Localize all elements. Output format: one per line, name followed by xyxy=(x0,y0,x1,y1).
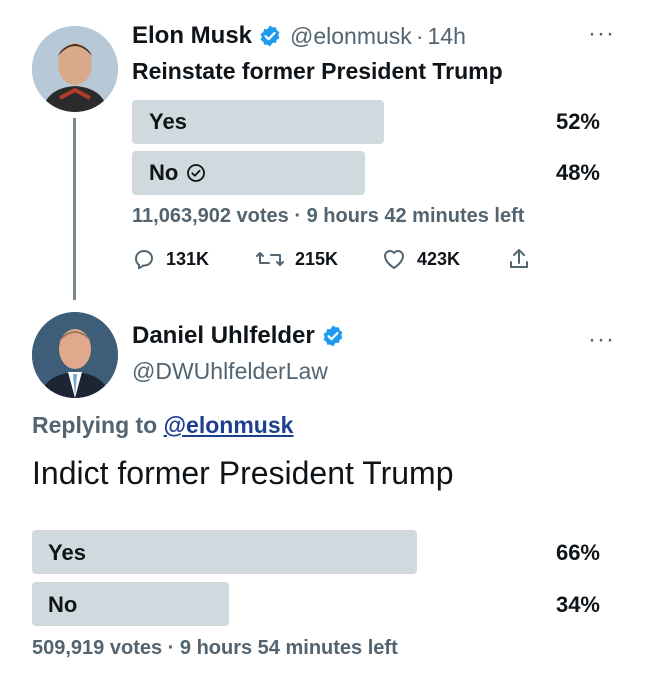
poll-option-yes-percent: 52% xyxy=(555,109,600,134)
poll-option-no-label: No xyxy=(48,592,78,617)
tweet-2-header: Daniel Uhlfelder xyxy=(132,322,345,350)
tweet-time[interactable]: 14h xyxy=(427,23,465,50)
tweet-text: Reinstate former President Trump xyxy=(132,58,503,84)
share-action[interactable] xyxy=(507,247,541,271)
reply-count: 131K xyxy=(166,248,210,269)
tweet-1-header: Elon Musk @elonmusk · 14h xyxy=(132,22,466,50)
share-icon xyxy=(510,249,528,268)
poll-option-no-percent: 48% xyxy=(555,160,600,185)
retweet-action[interactable]: 215K xyxy=(255,247,338,271)
poll-option-no-percent: 34% xyxy=(555,592,600,617)
retweet-count: 215K xyxy=(295,248,339,269)
verified-badge-icon xyxy=(258,24,282,48)
reply-icon xyxy=(135,250,153,270)
tweet-text: Indict former President Trump xyxy=(32,455,454,491)
poll-option-yes-label: Yes xyxy=(48,540,86,565)
poll-votes: 11,063,902 votes xyxy=(132,205,289,227)
reply-action[interactable]: 131K xyxy=(132,247,209,271)
avatar-elon-musk[interactable] xyxy=(32,26,118,112)
heart-icon xyxy=(384,250,404,269)
separator-dot: · xyxy=(294,205,307,227)
poll-option-no: No xyxy=(149,160,206,186)
author-handle[interactable]: @DWUhlfelderLaw xyxy=(132,358,328,385)
poll-time-left: 9 hours 54 minutes left xyxy=(179,637,398,659)
author-name[interactable]: Elon Musk xyxy=(132,22,252,50)
retweet-icon xyxy=(256,252,284,266)
author-name[interactable]: Daniel Uhlfelder xyxy=(132,322,315,350)
poll-summary: 11,063,902 votes · 9 hours 42 minutes le… xyxy=(132,205,524,228)
poll-option-yes-bar xyxy=(32,530,417,574)
thread-line xyxy=(73,118,76,300)
check-circle-icon xyxy=(186,163,206,183)
author-handle[interactable]: @elonmusk xyxy=(290,23,412,50)
replying-to: Replying to @elonmusk xyxy=(32,412,293,439)
like-count: 423K xyxy=(417,248,461,269)
separator-dot: · xyxy=(167,637,180,659)
poll-option-yes-percent: 66% xyxy=(555,540,600,565)
poll-summary: 509,919 votes · 9 hours 54 minutes left xyxy=(32,637,398,660)
poll-votes: 509,919 votes xyxy=(32,637,163,659)
replying-to-prefix: Replying to xyxy=(32,412,158,438)
avatar-daniel-uhlfelder[interactable] xyxy=(32,312,118,398)
poll-time-left: 9 hours 42 minutes left xyxy=(306,205,525,227)
more-options-icon[interactable]: ··· xyxy=(588,20,615,48)
replying-to-handle[interactable]: @elonmusk xyxy=(164,412,294,438)
verified-badge-icon xyxy=(321,324,345,348)
like-action[interactable]: 423K xyxy=(381,247,460,271)
poll-option-no-label: No xyxy=(149,160,179,185)
separator-dot: · xyxy=(415,22,424,49)
poll-option-yes-label: Yes xyxy=(149,109,187,134)
more-options-icon[interactable]: ··· xyxy=(588,326,615,354)
